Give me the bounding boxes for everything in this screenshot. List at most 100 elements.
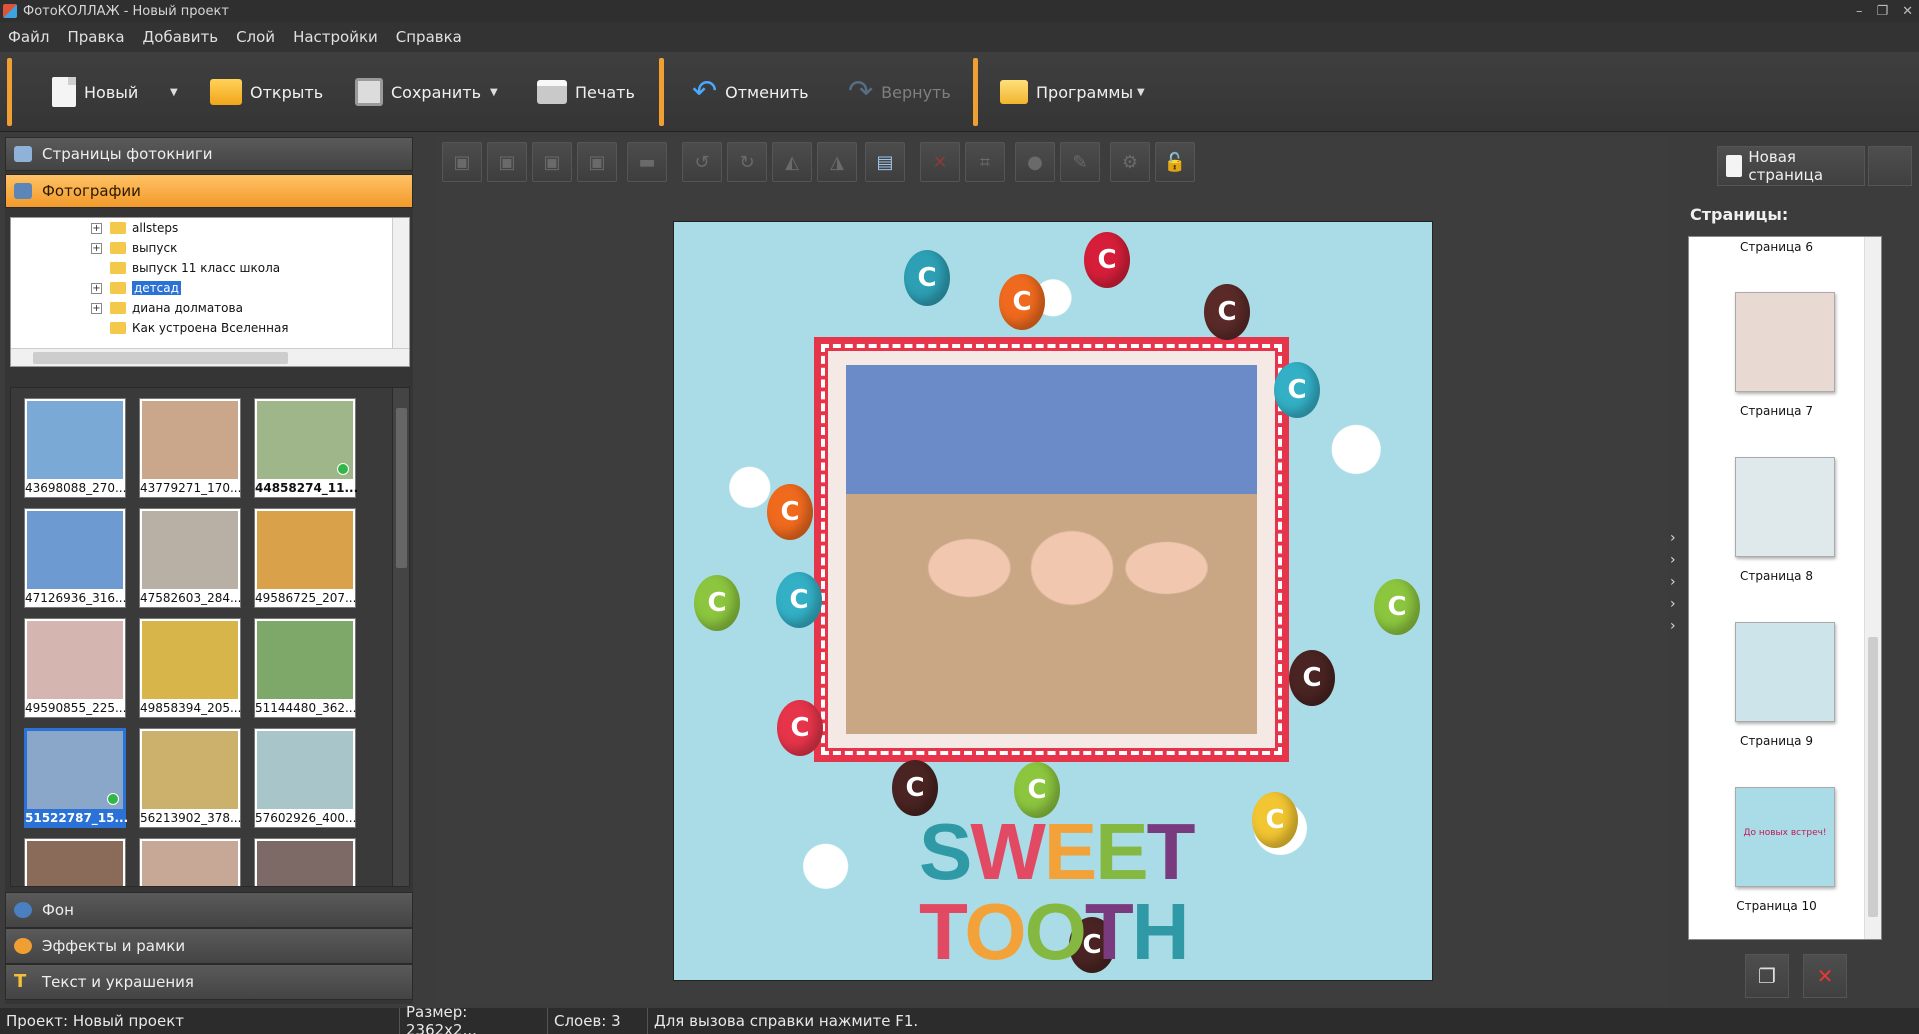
photos-section[interactable]: Фотографии xyxy=(5,174,413,208)
menu-layer[interactable]: Слой xyxy=(236,28,275,46)
rotate-right-icon[interactable]: ↻ xyxy=(727,142,767,182)
expand-icon[interactable]: + xyxy=(91,242,102,254)
new-dropdown-arrow[interactable]: ▼ xyxy=(170,68,178,116)
tree-item[interactable]: Как устроена Вселенная xyxy=(110,318,289,338)
photo-thumbnail[interactable]: 47582603_284... xyxy=(139,508,241,608)
chevron-right-icon[interactable]: › xyxy=(1670,618,1676,634)
align-icon[interactable]: ▬ xyxy=(627,142,667,182)
page-label: Страница 8 xyxy=(1740,569,1813,583)
photo-thumbnail[interactable]: 51144480_362... xyxy=(254,618,356,718)
collage-canvas[interactable]: C C C C C C C C C C C C C C C SWEET TOOT… xyxy=(673,221,1433,981)
crop-icon[interactable]: ⌗ xyxy=(965,142,1005,182)
chevron-right-icon[interactable]: › xyxy=(1670,530,1676,546)
page-thumbnail[interactable] xyxy=(1735,622,1835,722)
menu-settings[interactable]: Настройки xyxy=(293,28,378,46)
print-label: Печать xyxy=(575,82,635,102)
scrollbar-thumb[interactable] xyxy=(1868,637,1878,917)
undo-button[interactable]: ↶ Отменить xyxy=(692,68,809,116)
collapse-arrows[interactable]: › › › › › xyxy=(1670,530,1676,634)
tree-item[interactable]: + диана долматова xyxy=(91,298,243,318)
rotate-left-icon[interactable]: ↺ xyxy=(682,142,722,182)
layout-icon[interactable]: ▤ xyxy=(865,142,905,182)
menu-file[interactable]: Файл xyxy=(8,28,49,46)
chevron-right-icon[interactable]: › xyxy=(1670,596,1676,612)
tree-vertical-scrollbar[interactable] xyxy=(392,218,409,348)
open-button[interactable]: Открыть xyxy=(210,68,323,116)
kids-photo[interactable] xyxy=(846,365,1257,734)
photo-thumbnail[interactable]: 47126936_316... xyxy=(24,508,126,608)
background-section[interactable]: Фон xyxy=(5,892,413,928)
close-icon[interactable]: ✕ xyxy=(1902,4,1913,19)
send-backward-icon[interactable]: ▣ xyxy=(532,142,572,182)
photo-thumbnail[interactable]: 43779271_170... xyxy=(139,398,241,498)
menu-add[interactable]: Добавить xyxy=(143,28,219,46)
page-settings-button[interactable] xyxy=(1868,146,1912,186)
expand-icon[interactable]: + xyxy=(91,282,102,294)
folder-icon xyxy=(110,242,126,254)
photo-thumbnail[interactable]: 51522787_15... xyxy=(24,728,128,828)
text-decorations-section[interactable]: T Текст и украшения xyxy=(5,964,413,1000)
programs-dropdown-arrow[interactable]: ▼ xyxy=(1137,68,1145,116)
photo-thumbnail[interactable]: 44858274_11... xyxy=(254,398,359,498)
page-label: Страница 10 xyxy=(1736,899,1817,913)
thumbnail-image xyxy=(27,401,123,479)
menu-edit[interactable]: Правка xyxy=(67,28,124,46)
thumbnail-caption: 44858274_11... xyxy=(255,481,359,495)
minimize-icon[interactable]: – xyxy=(1856,4,1863,19)
scrollbar-thumb[interactable] xyxy=(396,408,407,568)
tree-item[interactable]: + allsteps xyxy=(91,218,178,238)
chevron-right-icon[interactable]: › xyxy=(1670,552,1676,568)
duplicate-page-button[interactable]: ❐ xyxy=(1745,954,1789,998)
effects-frames-section[interactable]: Эффекты и рамки xyxy=(5,928,413,964)
save-dropdown-arrow[interactable]: ▼ xyxy=(490,68,498,116)
photo-thumbnail[interactable] xyxy=(24,838,126,886)
maximize-icon[interactable]: ❐ xyxy=(1876,4,1888,19)
new-page-button[interactable]: Новая страница xyxy=(1717,146,1865,186)
photo-frame[interactable] xyxy=(814,337,1289,762)
tree-horizontal-scrollbar[interactable] xyxy=(11,348,409,366)
delete-icon[interactable]: ✕ xyxy=(920,142,960,182)
photo-thumbnail[interactable]: 49590855_225... xyxy=(24,618,126,718)
photo-thumbnail[interactable]: 49858394_205... xyxy=(139,618,241,718)
flip-vertical-icon[interactable]: ◮ xyxy=(817,142,857,182)
sweet-tooth-title[interactable]: SWEET TOOTH xyxy=(919,812,1432,972)
save-button[interactable]: Сохранить xyxy=(355,68,481,116)
tree-item[interactable]: + выпуск xyxy=(91,238,177,258)
tree-item[interactable]: выпуск 11 класс школа xyxy=(110,258,280,278)
page-thumbnail[interactable] xyxy=(1735,292,1835,392)
effects-icon[interactable]: ● xyxy=(1015,142,1055,182)
send-to-back-icon[interactable]: ▣ xyxy=(577,142,617,182)
page-thumbnail[interactable]: До новых встреч! xyxy=(1735,787,1835,887)
status-bar: Проект: Новый проект Размер: 2362x2... С… xyxy=(0,1003,1919,1034)
thumbnail-image xyxy=(257,731,353,809)
save-label: Сохранить xyxy=(391,82,481,102)
bring-forward-icon[interactable]: ▣ xyxy=(487,142,527,182)
delete-page-button[interactable]: ✕ xyxy=(1803,954,1847,998)
new-button[interactable]: Новый xyxy=(52,68,138,116)
print-button[interactable]: Печать xyxy=(537,68,635,116)
flip-horizontal-icon[interactable]: ◭ xyxy=(772,142,812,182)
photo-thumbnail[interactable] xyxy=(254,838,356,886)
page-thumbnail[interactable] xyxy=(1735,457,1835,557)
brush-icon[interactable]: ✎ xyxy=(1060,142,1100,182)
tree-item[interactable]: + детсад xyxy=(91,278,181,298)
photo-thumbnail[interactable]: 57602926_400... xyxy=(254,728,356,828)
thumbnails-scrollbar[interactable] xyxy=(392,388,409,886)
expand-icon[interactable]: + xyxy=(91,222,102,234)
pages-scrollbar[interactable] xyxy=(1864,237,1881,939)
redo-button[interactable]: ↷ Вернуть xyxy=(848,68,951,116)
settings-gear-icon[interactable]: ⚙ xyxy=(1110,142,1150,182)
photo-thumbnail[interactable]: 56213902_378... xyxy=(139,728,241,828)
expand-icon[interactable]: + xyxy=(91,302,102,314)
photo-thumbnail[interactable]: 49586725_207... xyxy=(254,508,356,608)
photo-thumbnail[interactable]: 43698088_270... xyxy=(24,398,126,498)
menu-help[interactable]: Справка xyxy=(396,28,462,46)
lock-icon[interactable]: 🔓 xyxy=(1155,142,1195,182)
scrollbar-thumb[interactable] xyxy=(33,352,288,364)
photo-thumbnail[interactable] xyxy=(139,838,241,886)
bring-to-front-icon[interactable]: ▣ xyxy=(442,142,482,182)
programs-button[interactable]: Программы xyxy=(1000,68,1133,116)
status-size: Размер: 2362x2... xyxy=(400,1003,548,1034)
photobook-pages-section[interactable]: Страницы фотокниги xyxy=(5,137,413,171)
chevron-right-icon[interactable]: › xyxy=(1670,574,1676,590)
